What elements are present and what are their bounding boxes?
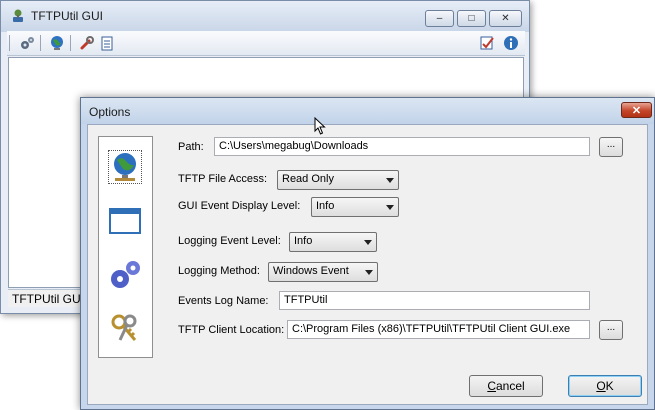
maximize-button[interactable]: □ <box>457 10 486 27</box>
file-access-label: TFTP File Access: <box>178 173 268 185</box>
main-title-bar[interactable]: TFTPUtil GUI – □ ✕ <box>1 1 529 32</box>
logging-method-label: Logging Method: <box>178 265 260 277</box>
globe-network-icon <box>114 153 136 181</box>
wrench-icon[interactable] <box>79 35 95 51</box>
notepad-icon[interactable] <box>99 35 115 51</box>
gui-event-level-label: GUI Event Display Level: <box>178 200 301 212</box>
category-network[interactable] <box>108 150 142 184</box>
category-gui[interactable] <box>108 204 142 238</box>
client-location-browse-button[interactable]: ... <box>599 320 623 340</box>
gears-icon <box>111 261 140 288</box>
file-access-value: Read Only <box>282 173 334 185</box>
toolbar-grip <box>9 35 10 51</box>
chevron-down-icon <box>386 205 394 210</box>
events-log-name-input[interactable]: TFTPUtil <box>279 291 590 310</box>
mouse-cursor <box>314 116 326 138</box>
window-icon <box>109 208 141 234</box>
path-label: Path: <box>178 141 204 153</box>
gears-icon[interactable] <box>19 35 35 51</box>
logging-method-value: Windows Event <box>273 265 349 277</box>
chevron-down-icon <box>386 178 394 183</box>
options-dialog: Options ✕ Path: C:\Users\megabug\Downloa… <box>80 97 655 410</box>
gui-event-level-select[interactable]: Info <box>311 197 399 217</box>
chevron-down-icon <box>365 270 373 275</box>
dialog-title: Options <box>89 105 131 119</box>
events-log-name-label: Events Log Name: <box>178 295 269 307</box>
ok-label: K <box>605 379 614 393</box>
client-location-input[interactable]: C:\Program Files (x86)\TFTPUtil\TFTPUtil… <box>287 320 590 339</box>
cancel-button[interactable]: Cancel <box>469 375 543 397</box>
logging-method-select[interactable]: Windows Event <box>268 262 378 282</box>
dialog-body: Path: C:\Users\megabug\Downloads ... TFT… <box>87 124 648 405</box>
maximize-icon: □ <box>468 12 475 24</box>
logging-event-level-label: Logging Event Level: <box>178 235 281 247</box>
path-browse-button[interactable]: ... <box>599 137 623 157</box>
category-panel <box>98 136 153 358</box>
chevron-down-icon <box>364 240 372 245</box>
file-access-select[interactable]: Read Only <box>277 170 399 190</box>
main-toolbar <box>7 31 525 56</box>
globe-icon[interactable] <box>49 35 65 51</box>
toolbar-separator <box>40 35 41 51</box>
close-button[interactable]: ✕ <box>489 10 522 27</box>
close-icon: ✕ <box>501 12 510 24</box>
dialog-title-bar[interactable]: Options ✕ <box>81 98 654 124</box>
info-icon[interactable] <box>503 35 519 51</box>
keys-icon <box>111 314 137 341</box>
client-location-label: TFTP Client Location: <box>178 324 285 336</box>
cancel-label: ancel <box>495 379 525 393</box>
checklist-icon[interactable] <box>479 35 495 51</box>
cancel-mnemonic: C <box>487 379 496 393</box>
close-icon: ✕ <box>631 104 642 117</box>
ok-mnemonic: O <box>596 379 606 393</box>
cursor-arrow-icon <box>314 116 326 135</box>
main-window-title: TFTPUtil GUI <box>31 9 103 23</box>
category-logging[interactable] <box>108 258 142 292</box>
minimize-icon: – <box>436 12 443 24</box>
app-icon <box>10 8 26 27</box>
toolbar-separator <box>70 35 71 51</box>
logging-event-level-value: Info <box>294 235 313 247</box>
status-text: TFTPUtil GUI <box>12 292 84 306</box>
path-input[interactable]: C:\Users\megabug\Downloads <box>214 137 590 156</box>
category-client[interactable] <box>108 312 142 346</box>
ok-button[interactable]: OK <box>568 375 642 397</box>
gui-event-level-value: Info <box>316 200 335 212</box>
logging-event-level-select[interactable]: Info <box>289 232 377 252</box>
dialog-close-button[interactable]: ✕ <box>621 102 652 118</box>
minimize-button[interactable]: – <box>425 10 454 27</box>
